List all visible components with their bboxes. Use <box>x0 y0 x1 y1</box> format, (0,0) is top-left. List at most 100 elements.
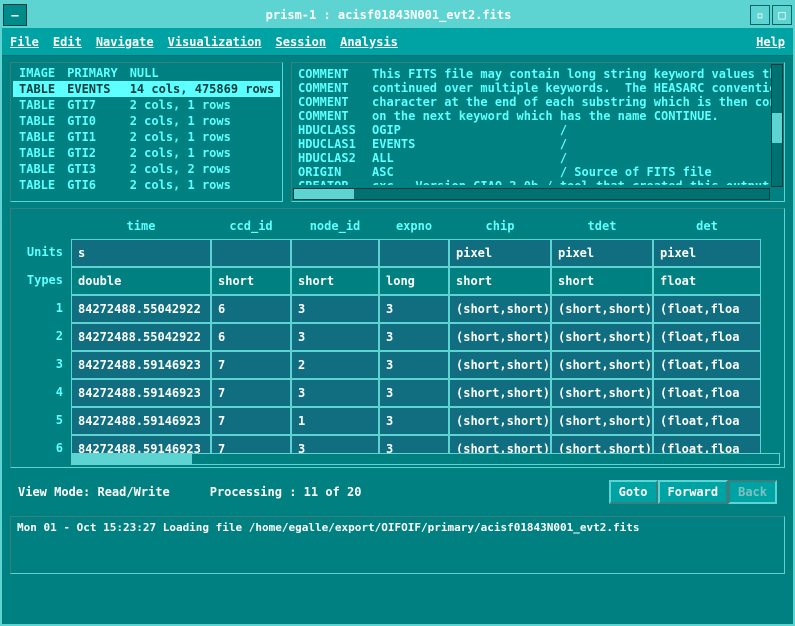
keyword-row[interactable]: HDUCLAS1EVENTS / <box>298 137 778 151</box>
menu-analysis[interactable]: Analysis <box>340 35 398 49</box>
data-cell[interactable]: (short,short) <box>551 351 653 379</box>
type-cell: short <box>291 267 379 295</box>
data-cell[interactable]: (short,short) <box>551 407 653 435</box>
column-header[interactable]: node_id <box>291 213 379 239</box>
column-header[interactable]: expno <box>379 213 449 239</box>
keyword-row[interactable]: COMMENTon the next keyword which has the… <box>298 109 778 123</box>
data-cell[interactable]: 7 <box>211 379 291 407</box>
goto-button[interactable]: Goto <box>609 480 658 504</box>
data-cell[interactable]: 3 <box>379 323 449 351</box>
data-cell[interactable]: 84272488.59146923 <box>71 379 211 407</box>
row-number: 5 <box>15 407 71 435</box>
data-cell[interactable]: 1 <box>291 407 379 435</box>
keyword-row[interactable]: COMMENTcharacter at the end of each subs… <box>298 95 778 109</box>
data-cell[interactable]: 7 <box>211 407 291 435</box>
data-cell[interactable]: 3 <box>379 407 449 435</box>
data-cell[interactable]: (short,short) <box>551 295 653 323</box>
unit-cell: pixel <box>449 239 551 267</box>
unit-cell <box>211 239 291 267</box>
keywords-panel: COMMENTThis FITS file may contain long s… <box>291 62 785 202</box>
processing-label: Processing : 11 of 20 <box>210 485 362 499</box>
hdu-row[interactable]: TABLEGTI62 cols, 1 rows <box>13 177 280 193</box>
forward-button[interactable]: Forward <box>658 480 729 504</box>
hdu-row[interactable]: TABLEEVENTS14 cols, 475869 rows <box>13 81 280 97</box>
data-cell[interactable]: 3 <box>291 295 379 323</box>
row-number: 1 <box>15 295 71 323</box>
data-cell[interactable]: (float,floa <box>653 351 761 379</box>
data-cell[interactable]: 3 <box>291 379 379 407</box>
keywords-scroll-v[interactable] <box>771 64 783 187</box>
menu-session[interactable]: Session <box>276 35 327 49</box>
data-cell[interactable]: (short,short) <box>449 323 551 351</box>
corner <box>15 213 71 239</box>
titlebar: — prism-1 : acisf01843N001_evt2.fits ▫ □ <box>2 2 793 28</box>
unit-cell: pixel <box>551 239 653 267</box>
data-cell[interactable]: 84272488.55042922 <box>71 323 211 351</box>
data-cell[interactable]: (float,floa <box>653 407 761 435</box>
data-cell[interactable]: (short,short) <box>449 407 551 435</box>
data-cell[interactable]: (float,floa <box>653 323 761 351</box>
keyword-row[interactable]: HDUCLAS2ALL / <box>298 151 778 165</box>
column-header[interactable]: chip <box>449 213 551 239</box>
row-number: 4 <box>15 379 71 407</box>
keyword-row[interactable]: CREATORcxc - Version CIAO 2.0b / tool th… <box>298 179 778 185</box>
data-cell[interactable]: (short,short) <box>449 351 551 379</box>
column-header[interactable]: det <box>653 213 761 239</box>
data-cell[interactable]: 6 <box>211 323 291 351</box>
hdu-row[interactable]: TABLEGTI32 cols, 2 rows <box>13 161 280 177</box>
type-cell: short <box>211 267 291 295</box>
data-cell[interactable]: 84272488.55042922 <box>71 295 211 323</box>
menu-navigate[interactable]: Navigate <box>96 35 154 49</box>
hdu-row[interactable]: TABLEGTI22 cols, 1 rows <box>13 145 280 161</box>
column-header[interactable]: ccd_id <box>211 213 291 239</box>
keywords-scroll-h[interactable] <box>293 188 770 200</box>
menu-visualization[interactable]: Visualization <box>168 35 262 49</box>
column-header[interactable]: tdet <box>551 213 653 239</box>
data-cell[interactable]: 84272488.59146923 <box>71 407 211 435</box>
menu-edit[interactable]: Edit <box>53 35 82 49</box>
status-bar: View Mode: Read/Write Processing : 11 of… <box>10 474 785 510</box>
data-cell[interactable]: 7 <box>211 351 291 379</box>
back-button: Back <box>728 480 777 504</box>
data-scroll-h[interactable] <box>71 453 780 465</box>
data-cell[interactable]: 2 <box>291 351 379 379</box>
system-menu-button[interactable]: — <box>3 4 27 26</box>
data-panel: timeccd_idnode_idexpnochiptdetdetUnitssp… <box>10 208 785 468</box>
units-label: Units <box>15 239 71 267</box>
row-number: 6 <box>15 435 71 463</box>
data-cell[interactable]: 3 <box>379 295 449 323</box>
keyword-row[interactable]: ORIGINASC / Source of FITS file <box>298 165 778 179</box>
type-cell: float <box>653 267 761 295</box>
data-cell[interactable]: 84272488.59146923 <box>71 351 211 379</box>
data-cell[interactable]: (float,floa <box>653 379 761 407</box>
unit-cell <box>291 239 379 267</box>
hdu-row[interactable]: TABLEGTI02 cols, 1 rows <box>13 113 280 129</box>
keyword-row[interactable]: COMMENTThis FITS file may contain long s… <box>298 67 778 81</box>
data-cell[interactable]: 3 <box>291 323 379 351</box>
menu-file[interactable]: File <box>10 35 39 49</box>
maximize-button[interactable]: □ <box>772 5 792 25</box>
data-cell[interactable]: (short,short) <box>449 295 551 323</box>
keyword-row[interactable]: COMMENTcontinued over multiple keywords.… <box>298 81 778 95</box>
type-cell: short <box>449 267 551 295</box>
menu-help[interactable]: Help <box>756 35 785 49</box>
types-label: Types <box>15 267 71 295</box>
type-cell: long <box>379 267 449 295</box>
hdu-header: NULL <box>124 65 281 81</box>
data-cell[interactable]: (short,short) <box>449 379 551 407</box>
minimize-button[interactable]: ▫ <box>750 5 770 25</box>
data-cell[interactable]: (short,short) <box>551 379 653 407</box>
hdu-row[interactable]: TABLEGTI12 cols, 1 rows <box>13 129 280 145</box>
type-cell: double <box>71 267 211 295</box>
data-cell[interactable]: 6 <box>211 295 291 323</box>
data-cell[interactable]: 3 <box>379 351 449 379</box>
hdu-panel: IMAGEPRIMARYNULLTABLEEVENTS14 cols, 4758… <box>10 62 283 202</box>
column-header[interactable]: time <box>71 213 211 239</box>
data-cell[interactable]: (float,floa <box>653 295 761 323</box>
keyword-row[interactable]: HDUCLASSOGIP / <box>298 123 778 137</box>
data-grid: timeccd_idnode_idexpnochiptdetdetUnitssp… <box>15 213 780 463</box>
hdu-row[interactable]: TABLEGTI72 cols, 1 rows <box>13 97 280 113</box>
data-cell[interactable]: 3 <box>379 379 449 407</box>
data-cell[interactable]: (short,short) <box>551 323 653 351</box>
unit-cell <box>379 239 449 267</box>
